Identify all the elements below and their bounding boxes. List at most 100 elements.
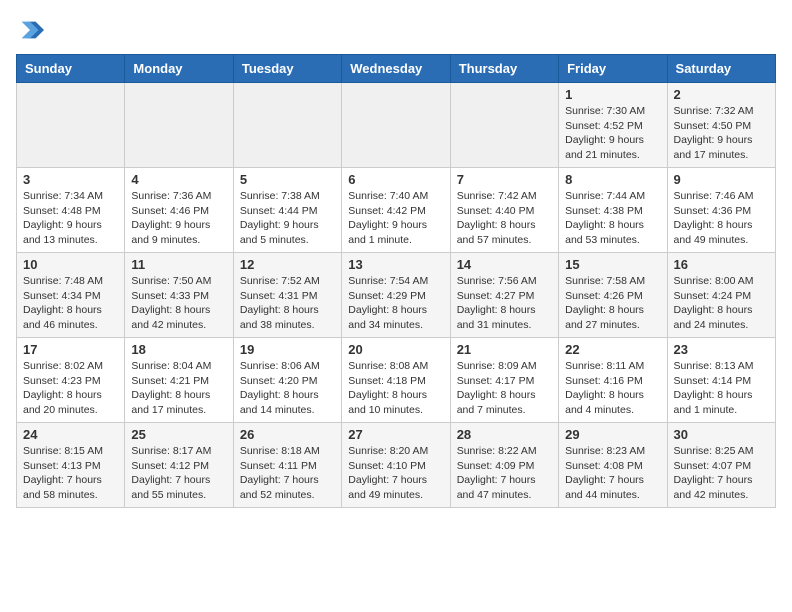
day-number: 8 (565, 172, 660, 187)
day-number: 22 (565, 342, 660, 357)
sunset-text: Sunset: 4:24 PM (674, 290, 752, 302)
day-number: 24 (23, 427, 118, 442)
daylight-text: Daylight: 9 hours and 9 minutes. (131, 219, 210, 246)
sunset-text: Sunset: 4:14 PM (674, 375, 752, 387)
sunset-text: Sunset: 4:46 PM (131, 205, 209, 217)
daylight-text: Daylight: 8 hours and 4 minutes. (565, 389, 644, 416)
sunrise-text: Sunrise: 8:09 AM (457, 360, 537, 372)
sunset-text: Sunset: 4:17 PM (457, 375, 535, 387)
sunset-text: Sunset: 4:52 PM (565, 120, 643, 132)
sunrise-text: Sunrise: 7:38 AM (240, 190, 320, 202)
daylight-text: Daylight: 7 hours and 49 minutes. (348, 474, 427, 501)
daylight-text: Daylight: 9 hours and 21 minutes. (565, 134, 644, 161)
day-info: Sunrise: 8:18 AM Sunset: 4:11 PM Dayligh… (240, 444, 335, 503)
sunset-text: Sunset: 4:23 PM (23, 375, 101, 387)
day-number: 9 (674, 172, 769, 187)
day-cell: 8 Sunrise: 7:44 AM Sunset: 4:38 PM Dayli… (559, 168, 667, 253)
sunrise-text: Sunrise: 7:44 AM (565, 190, 645, 202)
day-number: 30 (674, 427, 769, 442)
day-cell: 17 Sunrise: 8:02 AM Sunset: 4:23 PM Dayl… (17, 338, 125, 423)
day-info: Sunrise: 7:52 AM Sunset: 4:31 PM Dayligh… (240, 274, 335, 333)
day-cell: 20 Sunrise: 8:08 AM Sunset: 4:18 PM Dayl… (342, 338, 450, 423)
day-info: Sunrise: 8:06 AM Sunset: 4:20 PM Dayligh… (240, 359, 335, 418)
day-cell: 11 Sunrise: 7:50 AM Sunset: 4:33 PM Dayl… (125, 253, 233, 338)
day-info: Sunrise: 8:25 AM Sunset: 4:07 PM Dayligh… (674, 444, 769, 503)
sunrise-text: Sunrise: 8:08 AM (348, 360, 428, 372)
day-info: Sunrise: 7:36 AM Sunset: 4:46 PM Dayligh… (131, 189, 226, 248)
week-row-3: 10 Sunrise: 7:48 AM Sunset: 4:34 PM Dayl… (17, 253, 776, 338)
daylight-text: Daylight: 8 hours and 10 minutes. (348, 389, 427, 416)
day-cell: 28 Sunrise: 8:22 AM Sunset: 4:09 PM Dayl… (450, 423, 558, 508)
day-number: 13 (348, 257, 443, 272)
daylight-text: Daylight: 7 hours and 58 minutes. (23, 474, 102, 501)
day-cell: 26 Sunrise: 8:18 AM Sunset: 4:11 PM Dayl… (233, 423, 341, 508)
daylight-text: Daylight: 9 hours and 17 minutes. (674, 134, 753, 161)
day-number: 1 (565, 87, 660, 102)
sunrise-text: Sunrise: 8:18 AM (240, 445, 320, 457)
day-info: Sunrise: 8:23 AM Sunset: 4:08 PM Dayligh… (565, 444, 660, 503)
sunrise-text: Sunrise: 8:25 AM (674, 445, 754, 457)
day-cell: 12 Sunrise: 7:52 AM Sunset: 4:31 PM Dayl… (233, 253, 341, 338)
daylight-text: Daylight: 8 hours and 1 minute. (674, 389, 753, 416)
day-number: 2 (674, 87, 769, 102)
sunset-text: Sunset: 4:38 PM (565, 205, 643, 217)
sunset-text: Sunset: 4:44 PM (240, 205, 318, 217)
sunset-text: Sunset: 4:18 PM (348, 375, 426, 387)
day-number: 14 (457, 257, 552, 272)
day-cell: 19 Sunrise: 8:06 AM Sunset: 4:20 PM Dayl… (233, 338, 341, 423)
weekday-header-row: SundayMondayTuesdayWednesdayThursdayFrid… (17, 55, 776, 83)
daylight-text: Daylight: 8 hours and 14 minutes. (240, 389, 319, 416)
daylight-text: Daylight: 9 hours and 1 minute. (348, 219, 427, 246)
sunset-text: Sunset: 4:09 PM (457, 460, 535, 472)
daylight-text: Daylight: 8 hours and 17 minutes. (131, 389, 210, 416)
day-number: 4 (131, 172, 226, 187)
sunset-text: Sunset: 4:31 PM (240, 290, 318, 302)
day-cell: 29 Sunrise: 8:23 AM Sunset: 4:08 PM Dayl… (559, 423, 667, 508)
day-number: 19 (240, 342, 335, 357)
daylight-text: Daylight: 8 hours and 7 minutes. (457, 389, 536, 416)
day-info: Sunrise: 7:38 AM Sunset: 4:44 PM Dayligh… (240, 189, 335, 248)
day-info: Sunrise: 8:02 AM Sunset: 4:23 PM Dayligh… (23, 359, 118, 418)
sunrise-text: Sunrise: 8:13 AM (674, 360, 754, 372)
daylight-text: Daylight: 8 hours and 42 minutes. (131, 304, 210, 331)
day-info: Sunrise: 7:56 AM Sunset: 4:27 PM Dayligh… (457, 274, 552, 333)
day-number: 28 (457, 427, 552, 442)
daylight-text: Daylight: 8 hours and 38 minutes. (240, 304, 319, 331)
day-cell: 10 Sunrise: 7:48 AM Sunset: 4:34 PM Dayl… (17, 253, 125, 338)
day-info: Sunrise: 8:11 AM Sunset: 4:16 PM Dayligh… (565, 359, 660, 418)
day-cell: 9 Sunrise: 7:46 AM Sunset: 4:36 PM Dayli… (667, 168, 775, 253)
sunset-text: Sunset: 4:48 PM (23, 205, 101, 217)
sunrise-text: Sunrise: 8:17 AM (131, 445, 211, 457)
day-cell (342, 83, 450, 168)
day-info: Sunrise: 7:48 AM Sunset: 4:34 PM Dayligh… (23, 274, 118, 333)
day-info: Sunrise: 7:44 AM Sunset: 4:38 PM Dayligh… (565, 189, 660, 248)
sunrise-text: Sunrise: 7:48 AM (23, 275, 103, 287)
daylight-text: Daylight: 7 hours and 44 minutes. (565, 474, 644, 501)
daylight-text: Daylight: 8 hours and 46 minutes. (23, 304, 102, 331)
sunrise-text: Sunrise: 7:36 AM (131, 190, 211, 202)
sunset-text: Sunset: 4:42 PM (348, 205, 426, 217)
sunset-text: Sunset: 4:27 PM (457, 290, 535, 302)
day-number: 6 (348, 172, 443, 187)
sunrise-text: Sunrise: 7:34 AM (23, 190, 103, 202)
day-cell: 15 Sunrise: 7:58 AM Sunset: 4:26 PM Dayl… (559, 253, 667, 338)
day-info: Sunrise: 8:13 AM Sunset: 4:14 PM Dayligh… (674, 359, 769, 418)
daylight-text: Daylight: 9 hours and 5 minutes. (240, 219, 319, 246)
sunset-text: Sunset: 4:10 PM (348, 460, 426, 472)
sunrise-text: Sunrise: 7:42 AM (457, 190, 537, 202)
day-number: 18 (131, 342, 226, 357)
day-info: Sunrise: 7:40 AM Sunset: 4:42 PM Dayligh… (348, 189, 443, 248)
day-cell: 7 Sunrise: 7:42 AM Sunset: 4:40 PM Dayli… (450, 168, 558, 253)
sunset-text: Sunset: 4:20 PM (240, 375, 318, 387)
day-info: Sunrise: 7:46 AM Sunset: 4:36 PM Dayligh… (674, 189, 769, 248)
day-cell: 18 Sunrise: 8:04 AM Sunset: 4:21 PM Dayl… (125, 338, 233, 423)
day-info: Sunrise: 7:50 AM Sunset: 4:33 PM Dayligh… (131, 274, 226, 333)
day-cell (233, 83, 341, 168)
sunrise-text: Sunrise: 7:52 AM (240, 275, 320, 287)
day-number: 16 (674, 257, 769, 272)
day-number: 5 (240, 172, 335, 187)
day-cell: 30 Sunrise: 8:25 AM Sunset: 4:07 PM Dayl… (667, 423, 775, 508)
weekday-header-saturday: Saturday (667, 55, 775, 83)
weekday-header-sunday: Sunday (17, 55, 125, 83)
sunset-text: Sunset: 4:13 PM (23, 460, 101, 472)
